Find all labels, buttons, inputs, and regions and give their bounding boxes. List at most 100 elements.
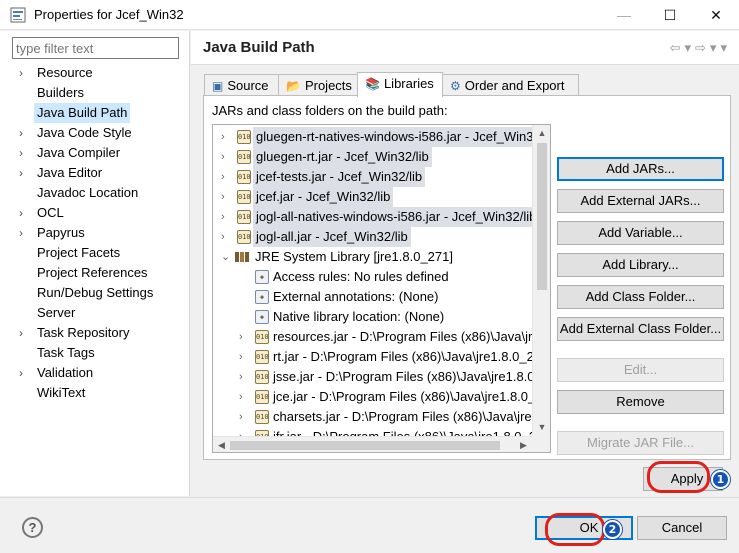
migrate-jar-button[interactable]: Migrate JAR File... <box>557 431 724 455</box>
chevron-right-icon[interactable]: › <box>19 323 29 343</box>
tab-source[interactable]: ▣ Source <box>204 74 279 96</box>
nav-item[interactable]: › Resource <box>0 63 189 83</box>
nav-item[interactable]: › Java Editor <box>0 163 189 183</box>
chevron-right-icon[interactable]: › <box>221 147 233 167</box>
chevron-right-icon[interactable]: › <box>19 163 29 183</box>
tree-row-jre-jar[interactable]: › 010 rt.jar - D:\Program Files (x86)\Java… <box>213 347 533 367</box>
annotations-icon: ◈ <box>255 290 269 304</box>
scroll-thumb[interactable] <box>537 143 547 290</box>
chevron-right-icon[interactable]: › <box>19 63 29 83</box>
chevron-right-icon[interactable]: › <box>239 327 251 347</box>
scroll-left-icon[interactable]: ◀ <box>213 437 230 452</box>
chevron-right-icon[interactable]: › <box>221 127 233 147</box>
filter-input[interactable] <box>12 37 179 59</box>
properties-icon <box>10 7 26 23</box>
nav-item[interactable]: › Task Repository <box>0 323 189 343</box>
nav-item[interactable]: Task Tags <box>0 343 189 363</box>
chevron-right-icon[interactable]: › <box>221 167 233 187</box>
nav-item[interactable]: Run/Debug Settings <box>0 283 189 303</box>
tree-item-label: gluegen-rt.jar - Jcef_Win32/lib <box>253 147 432 167</box>
add-library-button[interactable]: Add Library... <box>557 253 724 277</box>
add-external-class-folder-button[interactable]: Add External Class Folder... <box>557 317 724 341</box>
nav-item[interactable]: › Java Compiler <box>0 143 189 163</box>
chevron-right-icon[interactable]: › <box>239 387 251 407</box>
vertical-scrollbar[interactable]: ▲ ▼ <box>532 125 550 436</box>
nav-item[interactable]: Project Facets <box>0 243 189 263</box>
tree-row-jar[interactable]: › 010 gluegen-rt.jar - Jcef_Win32/lib <box>213 147 533 167</box>
nav-item[interactable]: Javadoc Location <box>0 183 189 203</box>
remove-button[interactable]: Remove <box>557 390 724 414</box>
scroll-thumb-h[interactable] <box>230 441 500 450</box>
build-path-caption: JARs and class folders on the build path… <box>212 103 448 118</box>
tree-row-jre[interactable]: ⌄ JRE System Library [jre1.8.0_271] <box>213 247 533 267</box>
tree-row-jre-jar[interactable]: › 010 resources.jar - D:\Program Files (x8… <box>213 327 533 347</box>
nav-item[interactable]: › OCL <box>0 203 189 223</box>
chevron-right-icon[interactable]: › <box>221 227 233 247</box>
nav-item[interactable]: › Validation <box>0 363 189 383</box>
scroll-right-icon[interactable]: ▶ <box>515 437 532 452</box>
chevron-right-icon[interactable]: › <box>239 407 251 427</box>
tree-row-jre-jar[interactable]: › 010 charsets.jar - D:\Program Files (x86… <box>213 407 533 427</box>
build-path-tree[interactable]: › 010 gluegen-rt-natives-windows-i586.jar … <box>212 124 551 453</box>
chevron-right-icon[interactable]: › <box>221 207 233 227</box>
add-variable-button[interactable]: Add Variable... <box>557 221 724 245</box>
tab-libraries[interactable]: 📚 Libraries <box>357 72 443 97</box>
horizontal-scrollbar[interactable]: ◀ ▶ <box>213 436 532 452</box>
tree-row-jar[interactable]: › 010 jcef.jar - Jcef_Win32/lib <box>213 187 533 207</box>
chevron-down-icon[interactable]: ⌄ <box>221 247 233 267</box>
tab-order-export[interactable]: ⚙ Order and Export <box>442 74 579 96</box>
chevron-right-icon[interactable]: › <box>239 367 251 387</box>
tree-item-label: jogl-all.jar - Jcef_Win32/lib <box>253 227 411 247</box>
tree-row-jre-jar[interactable]: › 010 jce.jar - D:\Program Files (x86)\Jav… <box>213 387 533 407</box>
help-icon[interactable]: ? <box>22 517 43 538</box>
jar-icon: 010 <box>255 390 269 404</box>
nav-item[interactable]: WikiText <box>0 383 189 403</box>
nav-item-label: Java Code Style <box>37 125 132 140</box>
nav-item[interactable]: Server <box>0 303 189 323</box>
scroll-corner <box>532 436 550 452</box>
minimize-button[interactable]: — <box>601 0 647 30</box>
nav-item-label: WikiText <box>37 385 86 400</box>
scroll-down-icon[interactable]: ▼ <box>533 419 550 436</box>
edit-button[interactable]: Edit... <box>557 358 724 382</box>
add-external-jars-button[interactable]: Add External JARs... <box>557 189 724 213</box>
tree-row-jar[interactable]: › 010 jogl-all-natives-windows-i586.jar - … <box>213 207 533 227</box>
tree-row-jar[interactable]: › 010 gluegen-rt-natives-windows-i586.jar … <box>213 127 533 147</box>
cancel-button[interactable]: Cancel <box>637 516 727 540</box>
history-nav-icons[interactable]: ⇦▾⇨▾▾ <box>670 40 731 56</box>
add-class-folder-button[interactable]: Add Class Folder... <box>557 285 724 309</box>
nav-item[interactable]: Java Build Path <box>0 103 189 123</box>
nav-item-label: OCL <box>37 205 64 220</box>
tree-row-jre-jar[interactable]: › 010 jsse.jar - D:\Program Files (x86)\Ja… <box>213 367 533 387</box>
chevron-right-icon[interactable]: › <box>19 203 29 223</box>
scroll-up-icon[interactable]: ▲ <box>533 125 550 142</box>
tree-item-label: JRE System Library [jre1.8.0_271] <box>255 249 453 264</box>
source-icon: ▣ <box>212 79 224 93</box>
native-lib-icon: ◈ <box>255 310 269 324</box>
chevron-right-icon[interactable]: › <box>221 187 233 207</box>
maximize-button[interactable]: ☐ <box>647 0 693 30</box>
nav-item-label: Server <box>37 305 76 320</box>
chevron-right-icon[interactable]: › <box>239 347 251 367</box>
tree-row-attr[interactable]: ◈ Native library location: (None) <box>213 307 533 327</box>
chevron-right-icon[interactable]: › <box>19 123 29 143</box>
add-jars-button[interactable]: Add JARs... <box>557 157 724 181</box>
jar-icon: 010 <box>237 170 251 184</box>
nav-item[interactable]: › Papyrus <box>0 223 189 243</box>
tree-row-attr[interactable]: ◈ External annotations: (None) <box>213 287 533 307</box>
page-header: Java Build Path ⇦▾⇨▾▾ <box>191 31 739 65</box>
tree-row-jar[interactable]: › 010 jcef-tests.jar - Jcef_Win32/lib <box>213 167 533 187</box>
nav-item[interactable]: Project References <box>0 263 189 283</box>
tree-row-jar[interactable]: › 010 jogl-all.jar - Jcef_Win32/lib <box>213 227 533 247</box>
close-button[interactable]: ✕ <box>693 0 739 30</box>
tree-item-label: External annotations: (None) <box>273 289 439 304</box>
tab-projects[interactable]: 📂 Projects <box>278 74 358 96</box>
nav-item[interactable]: Builders <box>0 83 189 103</box>
nav-item[interactable]: › Java Code Style <box>0 123 189 143</box>
tree-row-attr[interactable]: ◈ Access rules: No rules defined <box>213 267 533 287</box>
chevron-right-icon[interactable]: › <box>19 143 29 163</box>
chevron-right-icon[interactable]: › <box>19 223 29 243</box>
property-page: Java Build Path ⇦▾⇨▾▾ ▣ Source 📂 Projects … <box>191 31 739 496</box>
chevron-right-icon[interactable]: › <box>19 363 29 383</box>
tree-item-label: jcef.jar - Jcef_Win32/lib <box>253 187 394 207</box>
